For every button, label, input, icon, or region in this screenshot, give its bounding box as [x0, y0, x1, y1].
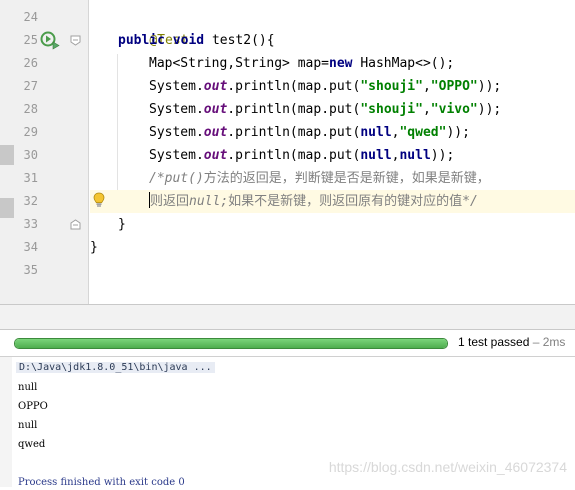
- line-number: 28: [23, 102, 38, 116]
- field-token: out: [203, 148, 228, 163]
- line-number: 34: [23, 240, 38, 254]
- code-line-31[interactable]: /*put()方法的返回是，判断键是否是新键，如果是新键，: [90, 167, 575, 190]
- comment-token: 方法的返回是，判断键是否是新键，如果是新键，: [203, 171, 490, 186]
- code-line-30[interactable]: System.out.println(map.put(null,null));: [90, 144, 575, 167]
- test-duration: – 2ms: [532, 335, 566, 349]
- comment-token: */: [462, 194, 478, 209]
- code-line-29[interactable]: System.out.println(map.put(null,"qwed"))…: [90, 121, 575, 144]
- watermark-text: https://blog.csdn.net/weixin_46072374: [328, 459, 567, 475]
- code-text: .println(map.put(: [227, 102, 361, 117]
- line-number: 31: [23, 171, 38, 185]
- code-line-34[interactable]: }: [90, 236, 575, 259]
- line-number: 27: [23, 79, 38, 93]
- gutter-separator: [88, 0, 89, 304]
- string-token: "qwed": [399, 125, 447, 140]
- comment-token: /*: [149, 171, 165, 186]
- console-exit-line: Process finished with exit code 0: [18, 477, 185, 488]
- string-token: "shouji": [360, 79, 423, 94]
- editor-left-strip: [0, 0, 14, 304]
- test-status-text: 1 test passed: [458, 335, 530, 349]
- field-token: out: [203, 125, 228, 140]
- code-text: ));: [430, 148, 455, 163]
- lightbulb-icon[interactable]: [92, 192, 106, 208]
- code-text: Map<String,String> map=: [149, 56, 330, 71]
- comment-token: 则返回: [150, 194, 190, 209]
- comment-token: null: [189, 194, 221, 209]
- comment-token: put(): [164, 171, 204, 186]
- panel-divider[interactable]: [0, 304, 575, 330]
- fold-icon[interactable]: [70, 219, 81, 230]
- code-line-24[interactable]: @Test: [90, 6, 575, 48]
- code-text: ));: [477, 79, 502, 94]
- string-token: "OPPO": [430, 79, 478, 94]
- comment-token: 如果不是新键，则返回原有的键对应的值: [228, 194, 463, 209]
- code-editor[interactable]: 24 25 26 27 28 29 30 31 32 33 34 35 @Tes…: [0, 0, 575, 304]
- fold-icon[interactable]: [70, 35, 81, 46]
- keyword-token: public: [118, 33, 165, 48]
- keyword-token: null: [360, 125, 392, 140]
- code-text: ));: [477, 102, 502, 117]
- console-output-line: OPPO: [18, 401, 48, 412]
- field-token: out: [203, 102, 228, 117]
- code-text: System.: [149, 79, 204, 94]
- line-number: 33: [23, 217, 38, 231]
- test-progress-fill: [15, 339, 447, 348]
- code-line-28[interactable]: System.out.println(map.put("shouji","viv…: [90, 98, 575, 121]
- code-line-27[interactable]: System.out.println(map.put("shouji","OPP…: [90, 75, 575, 98]
- keyword-token: null: [399, 148, 431, 163]
- code-line-32[interactable]: 则返回null;如果不是新键，则返回原有的键对应的值*/: [90, 190, 575, 213]
- line-number-gutter: 24 25 26 27 28 29 30 31 32 33 34 35: [14, 0, 89, 304]
- closing-brace: }: [90, 240, 98, 255]
- console-output-line: null: [18, 420, 38, 431]
- code-text: HashMap<>();: [352, 56, 455, 71]
- code-line-33[interactable]: }: [90, 213, 575, 236]
- code-text: .println(map.put(: [227, 79, 361, 94]
- code-text: System.: [149, 148, 204, 163]
- console-left-strip: [0, 357, 12, 487]
- line-number: 29: [23, 125, 38, 139]
- code-text: System.: [149, 125, 204, 140]
- line-number: 24: [23, 10, 38, 24]
- closing-brace: }: [118, 217, 126, 232]
- code-text: .println(map.put(: [227, 148, 361, 163]
- console-command[interactable]: D:\Java\jdk1.8.0_51\bin\java ...: [16, 362, 215, 373]
- string-token: "shouji": [360, 102, 423, 117]
- line-number: 32: [23, 194, 38, 208]
- code-line-26[interactable]: Map<String,String> map=new HashMap<>();: [90, 52, 575, 75]
- code-text: ,: [422, 79, 431, 94]
- strip-marker: [0, 145, 14, 165]
- test-progress-bar: [14, 338, 448, 349]
- console-output[interactable]: D:\Java\jdk1.8.0_51\bin\java ... null OP…: [0, 356, 575, 488]
- comment-token: ;: [220, 194, 229, 209]
- keyword-token: void: [172, 33, 205, 48]
- test-status: 1 test passed – 2ms: [458, 335, 565, 349]
- line-number: 35: [23, 263, 38, 277]
- method-signature: test2(){: [211, 33, 275, 48]
- line-number: 25: [23, 33, 38, 47]
- strip-marker: [0, 198, 14, 218]
- keyword-token: null: [360, 148, 392, 163]
- test-results-bar: 1 test passed – 2ms: [0, 330, 575, 356]
- code-line-25[interactable]: public void test2(){: [90, 29, 575, 52]
- console-output-line: qwed: [18, 439, 46, 450]
- line-number: 30: [23, 148, 38, 162]
- console-output-line: null: [18, 382, 38, 393]
- line-number: 26: [23, 56, 38, 70]
- console-command-line[interactable]: D:\Java\jdk1.8.0_51\bin\java ...: [16, 361, 215, 375]
- run-test-icon[interactable]: [39, 30, 61, 50]
- field-token: out: [203, 79, 228, 94]
- keyword-token: new: [329, 56, 353, 71]
- code-text: .println(map.put(: [227, 125, 361, 140]
- code-text: ));: [446, 125, 470, 140]
- string-token: "vivo": [430, 102, 478, 117]
- code-text: ,: [422, 102, 431, 117]
- code-text: System.: [149, 102, 204, 117]
